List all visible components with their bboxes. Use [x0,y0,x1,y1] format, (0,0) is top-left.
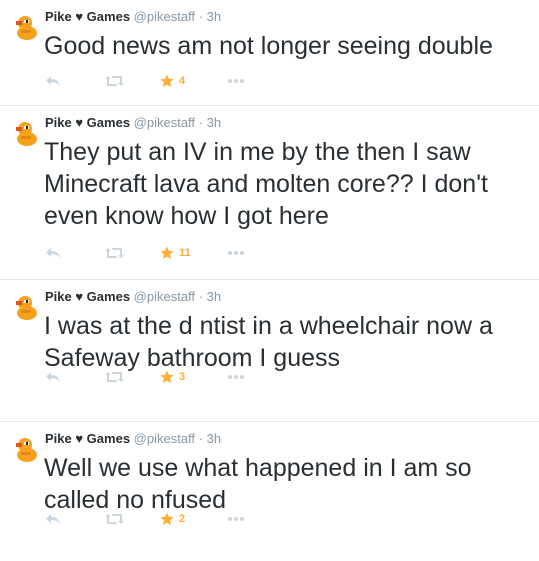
tweet-header: Pike ♥ Games @pikestaff · 3h [45,8,221,26]
more-button[interactable] [228,368,244,386]
tweet[interactable]: Pike ♥ Games @pikestaff · 3h They put an… [0,106,539,280]
tweet-text: Well we use what happened in I am so cal… [44,454,472,514]
tweet-actions: 11 [45,244,265,262]
author-handle[interactable]: @pikestaff [134,289,195,304]
separator-dot: · [198,9,204,24]
reply-arrow-icon [46,76,60,86]
tweet-header: Pike ♥ Games @pikestaff · 3h [45,288,221,306]
more-button[interactable] [228,510,244,528]
tweet-actions: 4 [45,72,265,90]
more-dots-icon [228,517,244,521]
reply-button[interactable] [45,72,61,90]
retweet-button[interactable] [105,72,124,90]
tweet-timestamp[interactable]: 3h [207,115,221,130]
tweet-timestamp[interactable]: 3h [207,9,221,24]
retweet-icon [105,76,124,86]
favorite-count: 4 [179,75,186,87]
duck-avatar-icon[interactable] [12,12,40,40]
tweet[interactable]: Pike ♥ Games @pikestaff · 3h I was at th… [0,280,539,422]
more-dots-icon [228,375,244,379]
tweet-timestamp[interactable]: 3h [207,289,221,304]
favorite-button[interactable]: 11 [160,244,191,262]
favorite-count: 2 [179,513,186,525]
favorite-button[interactable]: 2 [160,510,185,528]
author-name[interactable]: Pike ♥ Games [45,9,130,24]
reply-button[interactable] [45,368,61,386]
reply-button[interactable] [45,510,61,528]
separator-dot: · [198,431,204,446]
star-icon [160,370,174,383]
author-handle[interactable]: @pikestaff [134,431,195,446]
retweet-icon [105,248,124,258]
tweet-timestamp[interactable]: 3h [207,431,221,446]
favorite-count: 11 [179,247,191,259]
tweet-text: I was at the d ntist in a wheelchair now… [44,312,493,372]
retweet-icon [105,514,124,524]
separator-dot: · [198,115,204,130]
author-handle[interactable]: @pikestaff [134,115,195,130]
favorite-button[interactable]: 3 [160,368,185,386]
star-icon [160,74,174,87]
retweet-icon [105,372,124,382]
duck-avatar-icon[interactable] [12,292,40,320]
tweet-text: Good news am not longer seeing double [44,32,493,60]
author-name[interactable]: Pike ♥ Games [45,431,130,446]
tweet[interactable]: Pike ♥ Games @pikestaff · 3h Good news a… [0,0,539,106]
tweet-header: Pike ♥ Games @pikestaff · 3h [45,430,221,448]
reply-button[interactable] [45,244,61,262]
tweet-actions: 3 [45,368,265,386]
retweet-button[interactable] [105,510,124,528]
reply-arrow-icon [46,514,60,524]
favorite-button[interactable]: 4 [160,72,185,90]
more-button[interactable] [228,244,244,262]
reply-arrow-icon [46,372,60,382]
tweet[interactable]: Pike ♥ Games @pikestaff · 3h Well we use… [0,422,539,561]
more-dots-icon [228,79,244,83]
retweet-button[interactable] [105,368,124,386]
tweet-actions: 2 [45,510,265,528]
separator-dot: · [198,289,204,304]
more-button[interactable] [228,72,244,90]
author-handle[interactable]: @pikestaff [134,9,195,24]
tweet-timeline: Pike ♥ Games @pikestaff · 3h Good news a… [0,0,539,561]
tweet-text: They put an IV in me by the then I saw M… [44,138,488,230]
tweet-header: Pike ♥ Games @pikestaff · 3h [45,114,221,132]
star-icon [160,246,174,259]
author-name[interactable]: Pike ♥ Games [45,115,130,130]
retweet-button[interactable] [105,244,124,262]
duck-avatar-icon[interactable] [12,118,40,146]
author-name[interactable]: Pike ♥ Games [45,289,130,304]
star-icon [160,512,174,525]
more-dots-icon [228,251,244,255]
favorite-count: 3 [179,371,186,383]
duck-avatar-icon[interactable] [12,434,40,462]
reply-arrow-icon [46,248,60,258]
